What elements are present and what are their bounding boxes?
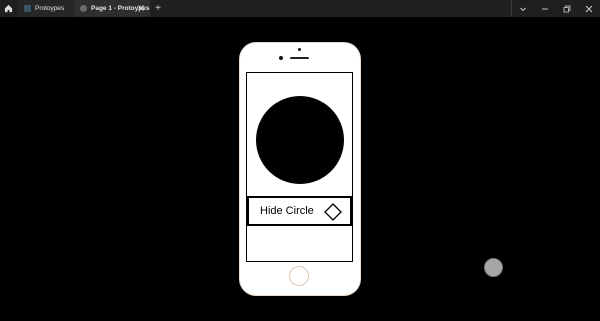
touch-cursor-indicator	[484, 258, 503, 277]
tab-label: Protoypes	[35, 5, 65, 12]
tabs-dropdown-button[interactable]	[512, 0, 534, 17]
phone-sensor-dot	[298, 48, 301, 51]
plus-icon: +	[155, 3, 161, 14]
chevron-down-icon	[520, 7, 526, 11]
new-tab-button[interactable]: +	[152, 0, 164, 17]
minimize-button[interactable]	[534, 0, 556, 17]
close-icon	[585, 5, 593, 12]
window-close-button[interactable]	[578, 0, 600, 17]
prototype-icon	[80, 5, 87, 12]
hide-circle-label: Hide Circle	[260, 205, 314, 217]
tab-page-1-protoypes[interactable]: Page 1 - Protoypes	[74, 0, 150, 17]
home-icon	[4, 4, 13, 13]
minimize-icon	[542, 8, 548, 9]
titlebar-divider	[511, 0, 512, 17]
restore-button[interactable]	[556, 0, 578, 17]
home-button[interactable]	[0, 0, 17, 17]
file-icon	[24, 5, 31, 12]
phone-camera-dot	[279, 56, 283, 60]
close-icon[interactable]	[137, 4, 145, 12]
tab-protoypes[interactable]: Protoypes	[18, 0, 74, 17]
restore-icon	[563, 5, 571, 12]
black-circle[interactable]	[256, 96, 344, 184]
phone-home-button[interactable]	[289, 266, 309, 286]
phone-speaker	[290, 57, 309, 59]
title-bar: Protoypes Page 1 - Protoypes +	[0, 0, 600, 17]
diamond-icon	[324, 203, 342, 221]
